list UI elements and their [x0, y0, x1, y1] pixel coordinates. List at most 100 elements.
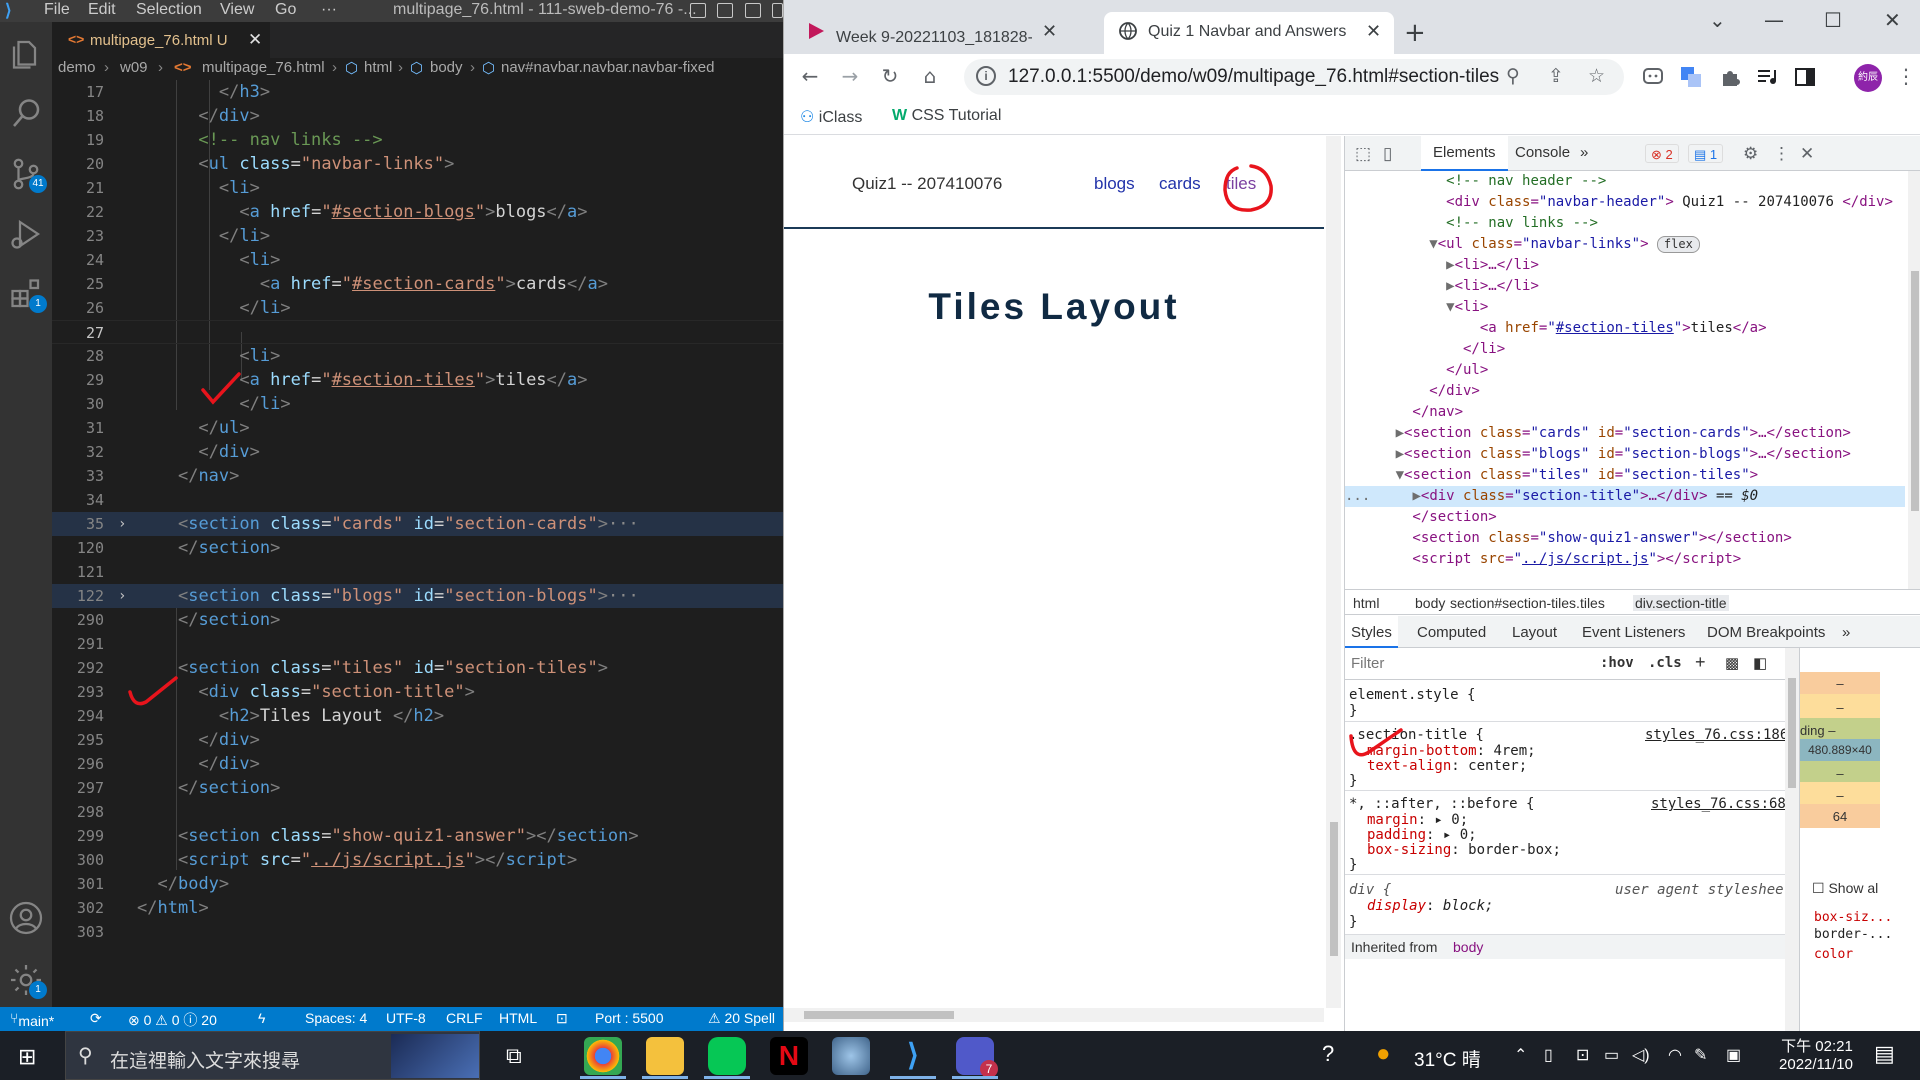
tab-search-icon[interactable]: ⌄ [1709, 8, 1726, 32]
weather-app-icon[interactable] [832, 1037, 870, 1075]
dom-node[interactable]: <a href="#section-tiles">tiles</a> [1345, 318, 1905, 339]
file-explorer-icon[interactable] [646, 1037, 684, 1075]
class-toggle[interactable]: .cls [1648, 655, 1682, 671]
close-icon[interactable]: ✕ [1366, 21, 1381, 42]
clock-time[interactable]: 下午 02:21 [1772, 1035, 1862, 1056]
dom-tree[interactable]: <!-- nav header --> <div class="navbar-h… [1345, 171, 1905, 589]
menu-edit[interactable]: Edit [88, 1, 116, 19]
devtools-menu-icon[interactable]: ⋮ [1773, 144, 1790, 164]
dom-node-selected[interactable]: ... ▶<div class="section-title">…</div> … [1345, 486, 1905, 507]
bookmark-css-tutorial[interactable]: W CSS Tutorial [892, 107, 1001, 125]
tab-elements[interactable]: Elements [1421, 136, 1508, 171]
extension-chat-icon[interactable] [1642, 66, 1664, 88]
dom-node[interactable]: ▶<li>…</li> [1345, 255, 1905, 276]
input-method-icon[interactable]: ▣ [1726, 1045, 1741, 1065]
home-icon[interactable]: ⌂ [916, 62, 944, 90]
show-all-checkbox[interactable]: ☐ Show al [1812, 880, 1878, 897]
more-subtabs[interactable]: » [1842, 624, 1850, 641]
crumb-html[interactable]: html [1353, 595, 1379, 611]
run-debug-icon[interactable] [8, 216, 44, 252]
forward-icon[interactable]: → [836, 62, 864, 90]
side-panel-icon[interactable] [1794, 66, 1816, 88]
source-link[interactable]: styles_76.css:186 [1645, 726, 1785, 744]
paint-icon[interactable]: ▩ [1725, 654, 1739, 672]
scroll-thumb[interactable] [1911, 271, 1919, 511]
new-rule-icon[interactable]: + [1695, 652, 1706, 673]
device-toolbar-icon[interactable]: ▯ [1383, 144, 1392, 164]
share-icon[interactable]: ⇪ [1548, 65, 1564, 87]
site-info-icon[interactable]: i [976, 66, 996, 86]
reload-icon[interactable]: ↻ [876, 62, 904, 90]
subtab-event-listeners[interactable]: Event Listeners [1582, 624, 1685, 641]
dom-node[interactable]: <!-- nav header --> [1345, 171, 1905, 192]
netflix-icon[interactable]: N [770, 1037, 808, 1075]
breadcrumb-file[interactable]: multipage_76.html [202, 59, 325, 76]
taskbar-search[interactable]: ⚲ 在這裡輸入文字來搜尋 [65, 1031, 480, 1080]
close-devtools-icon[interactable]: ✕ [1800, 144, 1814, 164]
address-bar[interactable]: i 127.0.0.1:5500/demo/w09/multipage_76.h… [964, 59, 1624, 95]
eol-status[interactable]: CRLF [446, 1010, 483, 1026]
wifi-icon[interactable]: ◠ [1668, 1045, 1682, 1065]
help-icon[interactable]: ? [1322, 1041, 1334, 1067]
bookmark-star-icon[interactable]: ☆ [1588, 65, 1605, 87]
extensions-icon[interactable]: 1 [8, 276, 47, 313]
breadcrumb-body[interactable]: body [430, 59, 463, 76]
toggle-sidebar-icon[interactable] [690, 3, 706, 18]
subtab-dom-breakpoints[interactable]: DOM Breakpoints [1707, 624, 1825, 641]
dom-node[interactable]: </div> [1345, 381, 1905, 402]
breadcrumb-html[interactable]: html [364, 59, 392, 76]
dom-node[interactable]: <script src="../js/script.js"></script> [1345, 549, 1905, 570]
tray-device-icon[interactable]: ▯ [1544, 1045, 1553, 1065]
styles-scrollbar[interactable] [1785, 648, 1799, 1031]
weather-sun-icon[interactable]: ● [1376, 1040, 1391, 1068]
close-icon[interactable]: ✕ [1042, 21, 1057, 42]
bookmark-iclass[interactable]: ⚇ iClass [800, 107, 862, 127]
dom-node[interactable]: ▼<section class="tiles" id="section-tile… [1345, 465, 1905, 486]
toggle-secondary-sidebar-icon[interactable] [745, 3, 761, 18]
fold-chevron-icon[interactable]: › [118, 512, 126, 536]
task-view-icon[interactable]: ⧉ [506, 1043, 522, 1069]
dom-node[interactable]: </ul> [1345, 360, 1905, 381]
feedback-icon[interactable]: ⊡ [556, 1010, 568, 1027]
dom-node[interactable]: ▶<section class="blogs" id="section-blog… [1345, 444, 1905, 465]
menu-more[interactable]: ··· [321, 1, 337, 19]
rule-universal[interactable]: *, ::after, ::before { styles_76.css:68 … [1345, 791, 1785, 875]
settings-gear-icon[interactable]: ⚙ [1743, 144, 1758, 164]
hover-state-toggle[interactable]: :hov [1600, 655, 1634, 671]
nav-link-cards[interactable]: cards [1159, 174, 1201, 194]
code-editor[interactable]: 17 </h3> 18 </div> 19 <!-- nav links -->… [52, 80, 783, 1007]
chrome-tab-teams[interactable]: Week 9-20221103_181828-會議 ✕ [792, 12, 1070, 54]
subtab-computed[interactable]: Computed [1417, 624, 1486, 641]
tray-chevron-icon[interactable]: ⌃ [1514, 1045, 1527, 1065]
page-horizontal-scrollbar[interactable] [784, 1008, 1324, 1022]
breadcrumb-demo[interactable]: demo [58, 59, 96, 76]
dom-node[interactable]: </section> [1345, 507, 1905, 528]
spell-status[interactable]: ⚠ 20 Spell [708, 1010, 775, 1027]
fold-chevron-icon[interactable]: › [118, 584, 126, 608]
dom-node[interactable]: </li> [1345, 339, 1905, 360]
zoom-icon[interactable]: ⚲ [1506, 65, 1520, 87]
teams-app-icon[interactable]: 7 [956, 1037, 998, 1078]
tab-multipage-76[interactable]: <> multipage_76.html U ✕ [52, 22, 270, 58]
rule-div-ua[interactable]: div { user agent stylesheet display: blo… [1345, 875, 1785, 935]
profile-avatar[interactable]: 約辰 [1854, 64, 1882, 92]
vscode-app-icon[interactable]: ⟩ [894, 1037, 932, 1075]
page-scrollbar[interactable] [1326, 136, 1341, 1008]
settings-gear-icon[interactable]: 1 [8, 962, 47, 999]
dom-node[interactable]: <div class="navbar-header"> Quiz1 -- 207… [1345, 192, 1905, 213]
encoding-status[interactable]: UTF-8 [386, 1010, 426, 1026]
dom-node[interactable]: ▼<li> [1345, 297, 1905, 318]
maximize-icon[interactable]: ☐ [1824, 8, 1842, 32]
scroll-thumb[interactable] [1330, 822, 1338, 956]
tab-console[interactable]: Console [1515, 144, 1570, 161]
rule-section-title[interactable]: .section-title { styles_76.css:186 margi… [1345, 722, 1785, 791]
breadcrumb-w09[interactable]: w09 [120, 59, 148, 76]
flex-badge[interactable]: flex [1656, 236, 1700, 253]
tab-close-icon[interactable]: ✕ [248, 30, 262, 50]
problems-status[interactable]: ⊗ 0 ⚠ 0 ⓘ 20 [128, 1010, 217, 1030]
dom-node[interactable]: ▶<section class="cards" id="section-card… [1345, 423, 1905, 444]
new-tab-icon[interactable]: + [1404, 18, 1426, 48]
dom-node[interactable]: </nav> [1345, 402, 1905, 423]
notification-icon[interactable]: ▤ [1874, 1041, 1895, 1067]
explorer-icon[interactable] [8, 36, 44, 72]
